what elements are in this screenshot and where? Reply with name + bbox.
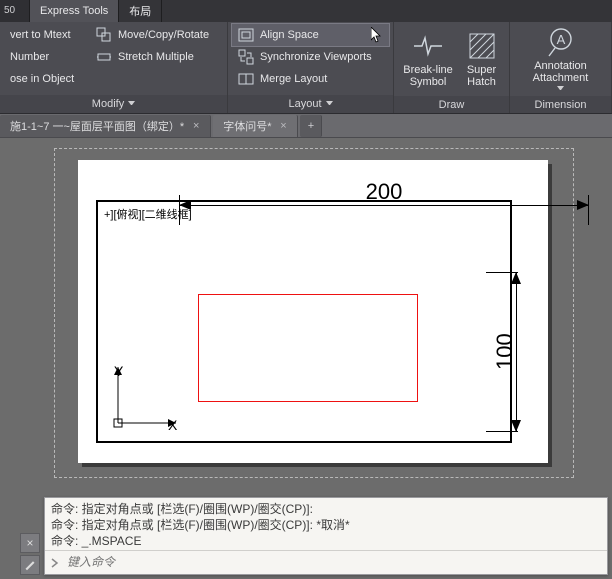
command-chevron-icon [49, 556, 63, 570]
panel-dimension: A Annotation Attachment Dimension [510, 22, 612, 113]
dropdown-icon [326, 101, 333, 108]
ribbon-tab-layout-cn[interactable]: 布局 [119, 0, 162, 22]
stretch-multiple-button[interactable]: Stretch Multiple [90, 46, 215, 68]
dropdown-icon [557, 86, 564, 93]
panel-modify-title[interactable]: Modify [0, 95, 227, 113]
ribbon: vert to Mtext Number ose in Object Move/… [0, 22, 612, 114]
drawing-canvas[interactable]: 200 100 +][俯视][二维线框] X Y [0, 138, 612, 491]
panel-modify: vert to Mtext Number ose in Object Move/… [0, 22, 228, 113]
command-input-row [45, 550, 607, 574]
ucs-x-label: X [168, 417, 177, 433]
convert-to-mtext-label: vert to Mtext [10, 29, 71, 41]
synchronize-viewports-button[interactable]: Synchronize Viewports [232, 46, 389, 68]
close-icon[interactable]: × [277, 120, 289, 132]
red-rectangle [198, 294, 418, 402]
annotation-attachment-button[interactable]: A Annotation Attachment [521, 24, 601, 94]
command-history-line: 命令: 指定对角点或 [栏选(F)/圈围(WP)/圈交(CP)]: [51, 501, 601, 517]
move-copy-rotate-label: Move/Copy/Rotate [118, 29, 209, 41]
panel-layout: Align Space Synchronize Viewports Merge … [228, 22, 394, 113]
viewport-label[interactable]: +][俯视][二维线框] [104, 206, 192, 222]
stretch-multiple-label: Stretch Multiple [118, 51, 194, 63]
new-doc-tab-button[interactable]: + [300, 115, 322, 137]
super-hatch-icon [466, 30, 498, 62]
command-input[interactable] [67, 555, 603, 570]
auto-number-button[interactable]: Number [4, 46, 90, 68]
doc-tab-1[interactable]: 施1-1~7 一~屋面层平面图（绑定）* × [0, 115, 211, 137]
merge-layout-icon [238, 71, 254, 87]
command-window[interactable]: 命令: 指定对角点或 [栏选(F)/圈围(WP)/圈交(CP)]: 命令: 指定… [44, 497, 608, 575]
ucs-y-label: Y [114, 363, 123, 379]
super-hatch-button[interactable]: Super Hatch [458, 24, 505, 94]
enclose-in-object-label: ose in Object [10, 73, 74, 85]
super-hatch-label: Super Hatch [458, 64, 505, 88]
doc-tab-1-label: 施1-1~7 一~屋面层平面图（绑定）* [10, 118, 184, 134]
paper-sheet: 200 100 +][俯视][二维线框] X Y [78, 160, 548, 463]
align-space-label: Align Space [260, 29, 319, 41]
panel-layout-title[interactable]: Layout [228, 95, 393, 113]
panel-dimension-title: Dimension [510, 96, 611, 113]
close-icon[interactable]: × [190, 120, 202, 132]
command-history-line: 命令: 指定对角点或 [栏选(F)/圈围(WP)/圈交(CP)]: *取消* [51, 517, 601, 533]
command-history: 命令: 指定对角点或 [栏选(F)/圈围(WP)/圈交(CP)]: 命令: 指定… [45, 498, 607, 550]
ribbon-tab-express-tools[interactable]: Express Tools [30, 0, 119, 22]
sync-viewports-icon [238, 49, 254, 65]
auto-number-label: Number [10, 51, 49, 63]
app-button-fragment: 50 [0, 0, 30, 22]
enclose-in-object-button[interactable]: ose in Object [4, 68, 90, 90]
mouse-cursor-icon [371, 27, 383, 43]
ribbon-tabstrip: 50 Express Tools 布局 [0, 0, 612, 22]
stretch-multiple-icon [96, 49, 112, 65]
close-command-window-icon[interactable]: × [20, 533, 40, 553]
command-history-line: 命令: _.MSPACE [51, 533, 601, 549]
align-space-icon [238, 27, 254, 43]
merge-layout-label: Merge Layout [260, 73, 327, 85]
command-window-settings-icon[interactable] [20, 555, 40, 575]
doc-tab-2-label: 字体问号* [223, 118, 271, 134]
break-line-label: Break-line Symbol [398, 64, 458, 88]
move-copy-rotate-button[interactable]: Move/Copy/Rotate [90, 24, 215, 46]
convert-to-mtext-button[interactable]: vert to Mtext [4, 24, 90, 46]
svg-text:A: A [556, 32, 565, 47]
break-line-symbol-button[interactable]: Break-line Symbol [398, 24, 458, 94]
annotation-attachment-label: Annotation Attachment [521, 60, 601, 84]
command-window-handles[interactable]: × [18, 533, 42, 575]
drawing-frame: +][俯视][二维线框] X Y [96, 200, 512, 443]
doc-tab-2[interactable]: 字体问号* × [213, 115, 298, 137]
align-space-button[interactable]: Align Space [232, 24, 389, 46]
dropdown-icon [128, 101, 135, 108]
panel-draw-title: Draw [394, 96, 509, 113]
panel-draw: Break-line Symbol Super Hatch Draw [394, 22, 510, 113]
break-line-icon [412, 30, 444, 62]
annotation-attachment-icon: A [545, 26, 577, 58]
merge-layout-button[interactable]: Merge Layout [232, 68, 389, 90]
sync-viewports-label: Synchronize Viewports [260, 51, 372, 63]
document-tabs: 施1-1~7 一~屋面层平面图（绑定）* × 字体问号* × + [0, 114, 612, 138]
move-copy-rotate-icon [96, 27, 112, 43]
